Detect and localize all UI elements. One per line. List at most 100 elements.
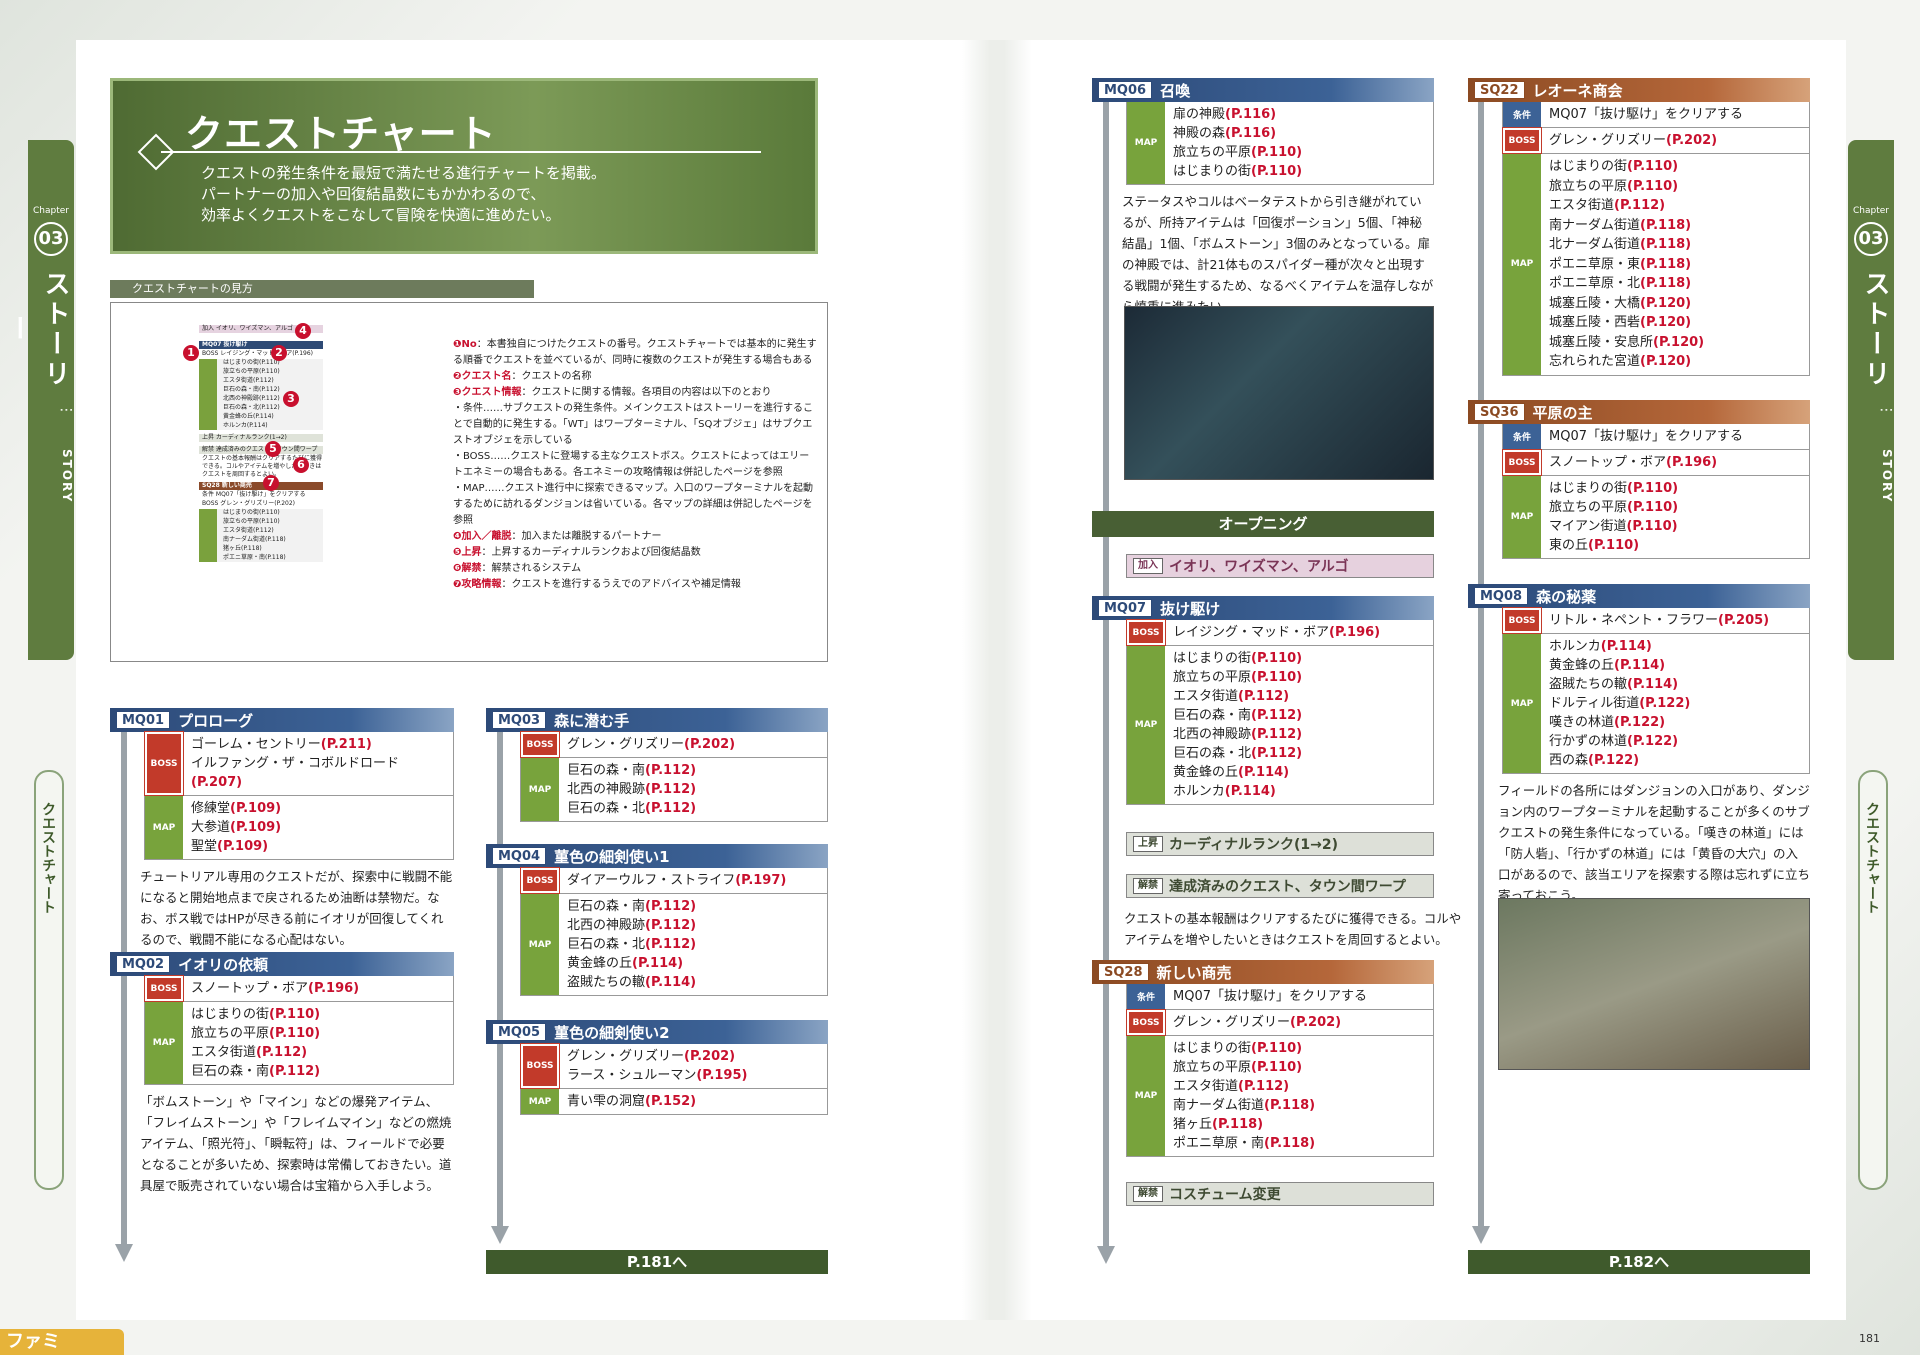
page-ref: (P.110) <box>1627 481 1679 496</box>
map-name: 猪ヶ丘 <box>1173 1117 1213 1132</box>
boss-row: BOSS ゴーレム・セントリー(P.211) イルファング・ザ・コボルドロード (… <box>144 731 454 796</box>
continue-ref-right[interactable]: P.182へ <box>1468 1250 1810 1274</box>
map-name: 北ナーダム街道 <box>1549 237 1641 252</box>
map-tag: MAP <box>1503 154 1541 375</box>
legend-text: ：加入または離脱するパートナー <box>511 531 662 542</box>
map-name: 忘れられた宮道 <box>1549 354 1641 369</box>
page-ref: (P.112) <box>1251 727 1303 742</box>
quest-name: 新しい商売 <box>1156 963 1232 982</box>
map-list: はじまりの街(P.110) 旅立ちの平原(P.110) マイアン街道(P.110… <box>1541 476 1686 558</box>
cond-text: MQ07「抜け駆け」をクリアする <box>1173 989 1367 1004</box>
chapter-number: 03 <box>1854 222 1888 256</box>
boss-list: グレン・グリズリー(P.202) ラース・シュルーマン(P.195) <box>559 1044 755 1088</box>
legend-item: ❸クエスト情報：クエストに関する情報。各項目の内容は以下のとおり <box>453 385 817 401</box>
chapter-number: 03 <box>34 222 68 256</box>
legend-text: ：解禁されるシステム <box>481 563 582 574</box>
mini-quest-header: MQ07 抜け駆け <box>199 341 323 349</box>
legend-key: 上昇 <box>461 547 482 558</box>
map-tag: MAP <box>1503 634 1541 773</box>
quest-name: プロローグ <box>178 711 254 730</box>
boss-row: BOSS グレン・グリズリー(P.202) <box>1502 127 1810 154</box>
cond-tag: 条件 <box>1127 984 1165 1009</box>
map-name: 巨石の森・北 <box>567 801 646 816</box>
boss-name: グレン・グリズリー <box>567 737 685 752</box>
map-name: 南ナーダム街道 <box>1549 217 1641 233</box>
map-name: 扉の神殿 <box>1173 107 1226 122</box>
unlock-text: コスチューム変更 <box>1169 1187 1281 1203</box>
quest-id: MQ03 <box>492 711 547 729</box>
mini-map-item: エスタ街道(P.112) <box>223 527 274 534</box>
quest-mq01: MQ01 プロローグ BOSS ゴーレム・セントリー(P.211) イルファング・… <box>110 708 454 950</box>
page-ref: (P.112) <box>1238 1079 1290 1094</box>
legend-key: No <box>461 339 477 350</box>
mini-map-item: 南ナーダム街道(P.118) <box>223 536 286 543</box>
quest-name: レオーネ商会 <box>1532 81 1623 100</box>
page-ref: (P.118) <box>1640 276 1692 291</box>
boss-name: ラース・シュルーマン <box>567 1068 697 1083</box>
boss-list: グレン・グリズリー(P.202) <box>1541 128 1725 153</box>
page-ref: (P.116) <box>1225 126 1277 141</box>
map-name: 南ナーダム街道 <box>1173 1098 1265 1113</box>
page-ref: (P.118) <box>1212 1117 1264 1132</box>
map-list: はじまりの街(P.110) 旅立ちの平原(P.110) エスタ街道(P.112)… <box>1165 1036 1323 1156</box>
map-name: 聖堂 <box>191 839 218 854</box>
legend-item: ・条件……サブクエストの発生条件。メインクエストはストーリーを進行することで自動… <box>453 401 817 449</box>
boss-tag: BOSS <box>1126 1009 1166 1036</box>
mini-map: はじまりの街(P.110) 旅立ちの平原(P.110) エスタ街道(P.112)… <box>199 509 323 562</box>
map-name: 北西の神殿跡 <box>1173 727 1252 742</box>
legend-text: ・条件……サブクエストの発生条件。メインクエストはストーリーを進行することで自動… <box>453 403 813 446</box>
map-name: 旅立ちの平原 <box>1173 1060 1252 1075</box>
map-name: マイアン街道 <box>1549 519 1627 534</box>
page-ref: (P.114) <box>1627 677 1679 692</box>
map-name: 大参道 <box>191 820 231 835</box>
join-members: イオリ、ワイズマン、アルゴ <box>1169 559 1349 575</box>
map-list: はじまりの街(P.110) 旅立ちの平原(P.110) エスタ街道(P.112)… <box>1165 646 1310 804</box>
legend-text: ：本書独自につけたクエストの番号。クエストチャートでは基本的に発生する順番でクエ… <box>453 339 817 366</box>
page-ref: (P.122) <box>1614 715 1666 730</box>
page-ref: (P.109) <box>217 839 269 854</box>
page-ref: (P.110) <box>1251 1060 1303 1075</box>
map-name: 北西の神殿跡 <box>567 782 646 797</box>
page-ref: (P.110) <box>1588 538 1640 553</box>
page-ref: (P.110) <box>1627 178 1679 194</box>
quest-header: MQ05 菫色の細剣使い2 <box>486 1020 828 1044</box>
unlock-tag: 解禁 <box>1133 1186 1163 1202</box>
map-name: 城塞丘陵・安息所 <box>1549 334 1654 350</box>
quest-id: MQ08 <box>1474 587 1529 605</box>
chapter-dots: ⋮ <box>1878 403 1894 417</box>
page-ref: (P.112) <box>645 899 697 914</box>
page-ref: (P.112) <box>1614 198 1666 213</box>
quest-note: チュートリアル専用のクエストだが、探索中に戦闘不能になると開始地点まで戻されるた… <box>140 869 453 947</box>
boss-row: BOSS レイジング・マッド・ボア(P.196) <box>1126 619 1434 646</box>
quest-header: SQ22 レオーネ商会 <box>1468 78 1810 102</box>
page-ref: (P.110) <box>1627 159 1679 174</box>
quest-header: MQ01 プロローグ <box>110 708 454 732</box>
page-ref: (P.120) <box>1640 315 1692 330</box>
map-tag: MAP <box>1127 1036 1165 1156</box>
map-name: 旅立ちの平原 <box>191 1026 270 1041</box>
page-ref: (P.196) <box>308 981 360 996</box>
mini-chart: 加入 イオリ、ワイズマン、アルゴ MQ07 抜け駆け BOSS レイジング・マッ… <box>199 325 323 563</box>
boss-list: グレン・グリズリー(P.202) <box>1165 1010 1349 1035</box>
quest-header: SQ28 新しい商売 <box>1092 960 1434 984</box>
map-tag: MAP <box>521 1089 559 1114</box>
page-ref: (P.112) <box>256 1045 308 1060</box>
page-ref: (P.114) <box>1600 639 1652 654</box>
cond-row: 条件 MQ07「抜け駆け」をクリアする <box>1126 984 1434 1010</box>
map-name: はじまりの街 <box>1173 651 1252 666</box>
boss-name: イルファング・ザ・コボルドロード <box>191 756 400 771</box>
map-name: 旅立ちの平原 <box>1549 178 1628 194</box>
mini-map-item: はじまりの街(P.110) <box>223 359 280 366</box>
guide-box: 加入 イオリ、ワイズマン、アルゴ MQ07 抜け駆け BOSS レイジング・マッ… <box>110 302 828 662</box>
mini-map-item: 旅立ちの平原(P.110) <box>223 368 280 375</box>
continue-ref-left[interactable]: P.181へ <box>486 1250 828 1274</box>
legend-item: ❺上昇：上昇するカーディナルランクおよび回復結晶数 <box>453 545 817 561</box>
mini-map-item: 北西の神殿跡(P.112) <box>223 395 280 402</box>
map-name: 黄金蜂の丘 <box>567 956 633 971</box>
unlock-event: 解禁 コスチューム変更 <box>1126 1182 1434 1206</box>
chapter-tab-left: Chapter 03 ストーリー ⋮ STORY <box>3 140 74 660</box>
chapter-tab-right: Chapter 03 ストーリー ⋮ STORY <box>1823 140 1894 660</box>
page-ref: (P.118) <box>1640 217 1692 233</box>
page-title: クエストチャート <box>185 112 497 156</box>
boss-tag: BOSS <box>520 1043 560 1089</box>
